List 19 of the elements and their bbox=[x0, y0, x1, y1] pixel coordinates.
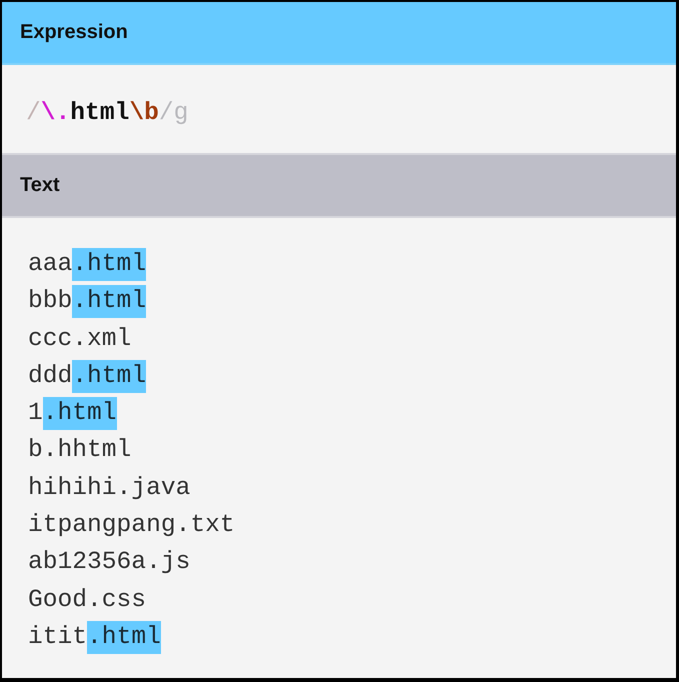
match-highlight: .html bbox=[87, 620, 161, 654]
line-text: ccc.xml bbox=[28, 326, 132, 353]
section-header: Text bbox=[2, 153, 676, 218]
line-text: itpangpang.txt bbox=[28, 512, 235, 540]
line-text: hihihi.java bbox=[28, 474, 190, 502]
line-text: ab12356a.js bbox=[28, 549, 190, 576]
match-highlight: .html bbox=[72, 360, 146, 393]
match-highlight: .html bbox=[72, 248, 146, 281]
match-highlight: .html bbox=[72, 285, 146, 318]
match-highlight: .html bbox=[42, 397, 117, 430]
line-text: 1 bbox=[28, 400, 43, 428]
section-header: Expression bbox=[2, 2, 676, 65]
regex-expression[interactable]: /\.html\b/g bbox=[26, 100, 188, 126]
line-text: b.hhtml bbox=[28, 437, 132, 464]
line-text: aaa bbox=[28, 251, 72, 278]
line-text: Good.css bbox=[28, 586, 146, 614]
line-text: bbb bbox=[28, 288, 72, 316]
line-text: itit bbox=[28, 624, 88, 651]
line-text: ddd bbox=[28, 362, 72, 390]
